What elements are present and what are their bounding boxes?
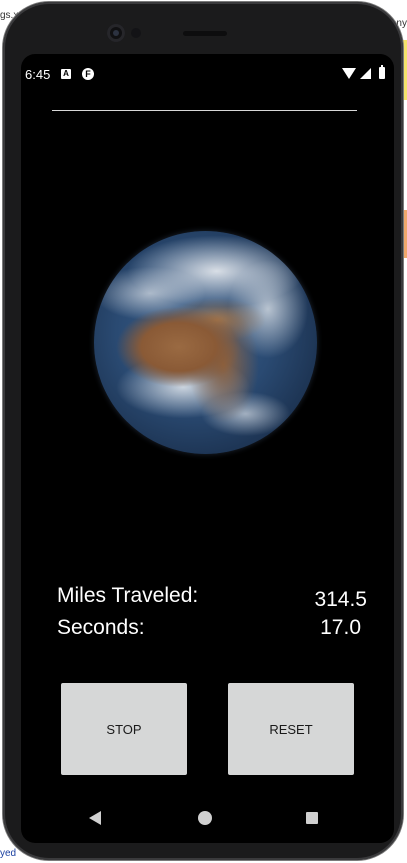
miles-traveled-label: Miles Traveled: bbox=[57, 584, 199, 607]
text-input-underline[interactable] bbox=[52, 110, 357, 111]
battery-icon bbox=[379, 65, 385, 79]
status-time: 6:45 bbox=[25, 67, 51, 82]
status-bar: 6:45 A F bbox=[21, 54, 394, 94]
navigation-bar bbox=[21, 795, 394, 843]
earth-image bbox=[94, 231, 317, 454]
recents-icon[interactable] bbox=[306, 812, 318, 824]
phone-screen: 6:45 A F Miles Traveled: 314.5 Seconds: … bbox=[21, 54, 394, 843]
notification-a-icon: A bbox=[61, 69, 71, 79]
wifi-icon bbox=[342, 68, 356, 79]
earpiece-speaker bbox=[183, 31, 227, 36]
notification-f-icon: F bbox=[82, 68, 94, 80]
background-text-bottom: yed bbox=[0, 848, 17, 859]
seconds-value: 17.0 bbox=[320, 616, 361, 639]
back-icon[interactable] bbox=[89, 811, 101, 825]
reset-button[interactable]: RESET bbox=[228, 683, 354, 775]
seconds-label: Seconds: bbox=[57, 616, 145, 639]
phone-frame: 6:45 A F Miles Traveled: 314.5 Seconds: … bbox=[3, 2, 403, 860]
signal-icon bbox=[360, 68, 371, 79]
miles-traveled-value: 314.5 bbox=[314, 588, 367, 611]
home-icon[interactable] bbox=[198, 811, 212, 825]
front-camera bbox=[107, 24, 125, 42]
proximity-sensor bbox=[131, 28, 141, 38]
stop-button[interactable]: STOP bbox=[61, 683, 187, 775]
